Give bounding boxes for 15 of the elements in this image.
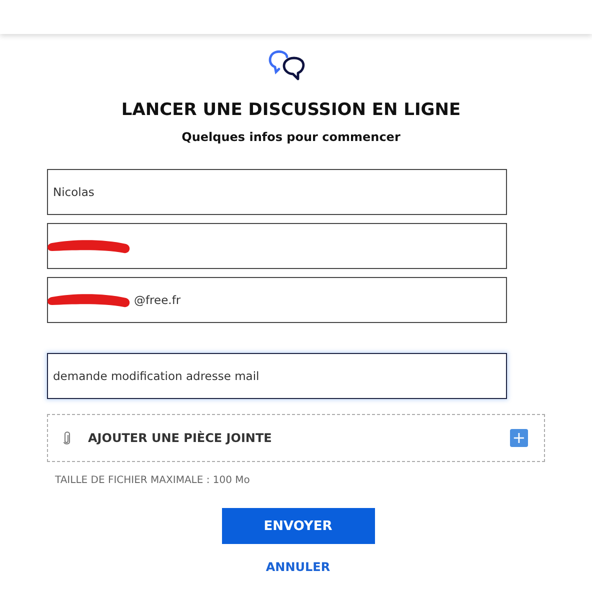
send-button[interactable]: ENVOYER xyxy=(222,508,374,544)
attachment-area[interactable]: AJOUTER UNE PIÈCE JOINTE + xyxy=(47,414,545,462)
cancel-link[interactable]: ANNULER xyxy=(266,560,330,574)
form-title: LANCER UNE DISCUSSION EN LIGNE xyxy=(121,100,461,120)
field-value: Nicolas xyxy=(53,185,94,199)
field-value: demande modification adresse mail xyxy=(53,369,260,383)
form-subtitle: Quelques infos pour commencer xyxy=(182,130,400,144)
input-field[interactable] xyxy=(47,223,507,269)
paperclip-icon xyxy=(63,431,71,445)
file-size-note: TAILLE DE FICHIER MAXIMALE : 100 Mo xyxy=(55,475,250,486)
field-value: @free.fr xyxy=(134,293,181,307)
input-field[interactable]: Nicolas xyxy=(47,169,507,215)
attachment-label: AJOUTER UNE PIÈCE JOINTE xyxy=(88,431,273,445)
input-field[interactable]: demande modification adresse mail xyxy=(47,353,507,399)
input-field[interactable]: @free.fr xyxy=(47,277,507,323)
